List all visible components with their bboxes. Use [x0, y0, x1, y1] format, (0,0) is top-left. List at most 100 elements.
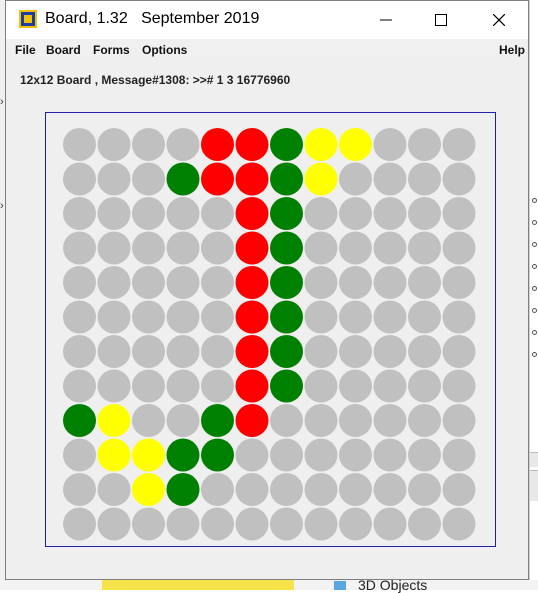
board-cell-empty[interactable] — [235, 473, 269, 506]
board-cell-empty[interactable] — [339, 300, 372, 334]
board-cell-green[interactable] — [270, 300, 303, 334]
board-cell-empty[interactable] — [442, 128, 476, 161]
board-cell-empty[interactable] — [201, 369, 234, 403]
board-cell-empty[interactable] — [166, 300, 200, 334]
board-cell-empty[interactable] — [63, 369, 96, 403]
board-cell-empty[interactable] — [166, 128, 200, 161]
board-cell-red[interactable] — [235, 369, 269, 403]
board-cell-yellow[interactable] — [132, 438, 165, 472]
board-cell-empty[interactable] — [339, 162, 372, 196]
board-cell-empty[interactable] — [408, 231, 441, 265]
board-cell-empty[interactable] — [132, 231, 165, 265]
board-cell-empty[interactable] — [339, 404, 372, 437]
board-cell-empty[interactable] — [339, 231, 372, 265]
board-cell-red[interactable] — [201, 162, 234, 196]
board-cell-empty[interactable] — [304, 231, 338, 265]
board-cell-empty[interactable] — [408, 507, 441, 541]
board-cell-empty[interactable] — [63, 507, 96, 541]
board-cell-green[interactable] — [166, 473, 200, 506]
board-cell-empty[interactable] — [270, 404, 303, 437]
board-cell-empty[interactable] — [339, 197, 372, 230]
board-cell-empty[interactable] — [339, 266, 372, 299]
board-cell-green[interactable] — [270, 197, 303, 230]
board-cell-red[interactable] — [235, 300, 269, 334]
board-cell-empty[interactable] — [166, 266, 200, 299]
board-cell-empty[interactable] — [442, 266, 476, 299]
board-cell-empty[interactable] — [304, 438, 338, 472]
menu-board[interactable]: Board — [46, 43, 81, 57]
board-cell-empty[interactable] — [132, 300, 165, 334]
board-cell-green[interactable] — [270, 128, 303, 161]
board-cell-green[interactable] — [201, 404, 234, 437]
board-cell-empty[interactable] — [132, 266, 165, 299]
board-cell-empty[interactable] — [408, 128, 441, 161]
board-cell-empty[interactable] — [408, 438, 441, 472]
board-cell-empty[interactable] — [132, 128, 165, 161]
board-cell-red[interactable] — [235, 162, 269, 196]
board-cell-empty[interactable] — [408, 473, 441, 506]
board-cell-empty[interactable] — [63, 162, 96, 196]
board-cell-empty[interactable] — [201, 473, 234, 506]
board-cell-empty[interactable] — [408, 162, 441, 196]
board-cell-empty[interactable] — [63, 128, 96, 161]
board-cell-red[interactable] — [235, 266, 269, 299]
board-cell-green[interactable] — [270, 369, 303, 403]
board-cell-empty[interactable] — [63, 335, 96, 368]
board-cell-empty[interactable] — [339, 369, 372, 403]
board-cell-empty[interactable] — [97, 335, 131, 368]
board-cell-empty[interactable] — [201, 507, 234, 541]
board-cell-empty[interactable] — [442, 335, 476, 368]
board-cell-empty[interactable] — [408, 369, 441, 403]
board-cell-empty[interactable] — [304, 404, 338, 437]
board-cell-empty[interactable] — [304, 197, 338, 230]
board-cell-empty[interactable] — [235, 438, 269, 472]
board-cell-empty[interactable] — [97, 300, 131, 334]
board-cell-red[interactable] — [235, 197, 269, 230]
board-cell-red[interactable] — [235, 335, 269, 368]
board-cell-empty[interactable] — [132, 404, 165, 437]
board-cell-empty[interactable] — [442, 404, 476, 437]
board-cell-empty[interactable] — [304, 473, 338, 506]
board-cell-green[interactable] — [270, 231, 303, 265]
minimize-button[interactable] — [363, 1, 409, 39]
board-cell-empty[interactable] — [166, 507, 200, 541]
board-cell-empty[interactable] — [63, 266, 96, 299]
board-cell-empty[interactable] — [132, 335, 165, 368]
board-cell-green[interactable] — [270, 335, 303, 368]
board-cell-empty[interactable] — [304, 300, 338, 334]
board-cell-empty[interactable] — [339, 473, 372, 506]
board-cell-empty[interactable] — [304, 335, 338, 368]
board-cell-empty[interactable] — [373, 266, 407, 299]
board-cell-green[interactable] — [270, 266, 303, 299]
board-cell-red[interactable] — [235, 231, 269, 265]
board-cell-empty[interactable] — [408, 197, 441, 230]
board-cell-yellow[interactable] — [304, 162, 338, 196]
board-cell-empty[interactable] — [97, 369, 131, 403]
board-cell-empty[interactable] — [97, 128, 131, 161]
board-cell-empty[interactable] — [97, 507, 131, 541]
board-cell-empty[interactable] — [373, 404, 407, 437]
board-grid[interactable] — [46, 113, 495, 546]
board-cell-empty[interactable] — [304, 369, 338, 403]
menu-file[interactable]: File — [15, 43, 36, 57]
board-cell-empty[interactable] — [132, 162, 165, 196]
board-cell-empty[interactable] — [442, 300, 476, 334]
board-cell-empty[interactable] — [442, 438, 476, 472]
board-cell-empty[interactable] — [373, 507, 407, 541]
board-cell-empty[interactable] — [166, 197, 200, 230]
board-cell-empty[interactable] — [442, 231, 476, 265]
board-cell-empty[interactable] — [408, 300, 441, 334]
board-cell-empty[interactable] — [132, 369, 165, 403]
board-cell-empty[interactable] — [235, 507, 269, 541]
board-cell-empty[interactable] — [97, 197, 131, 230]
maximize-button[interactable] — [418, 1, 464, 39]
board-cell-empty[interactable] — [270, 473, 303, 506]
board-cell-empty[interactable] — [339, 335, 372, 368]
board-cell-empty[interactable] — [132, 197, 165, 230]
board-cell-empty[interactable] — [442, 507, 476, 541]
board-cell-green[interactable] — [166, 162, 200, 196]
board-cell-empty[interactable] — [304, 266, 338, 299]
board-cell-empty[interactable] — [97, 231, 131, 265]
board-cell-empty[interactable] — [442, 473, 476, 506]
board-cell-empty[interactable] — [408, 404, 441, 437]
